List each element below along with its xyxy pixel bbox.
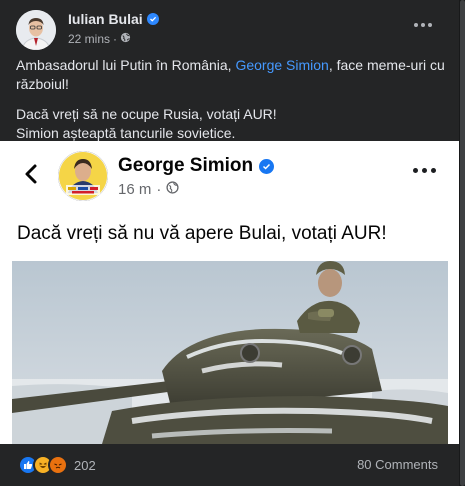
shared-post-text: Dacă vreți să nu vă apere Bulai, votați … [17, 223, 387, 244]
post-paragraph-1: Ambasadorul lui Putin în România, George… [16, 56, 446, 94]
author-avatar[interactable] [16, 10, 56, 50]
paragraph2-line2: Simion așteaptă tancurile sovietice. [16, 125, 236, 141]
shared-author-avatar [58, 151, 108, 201]
more-icon[interactable] [410, 16, 436, 34]
verified-badge-icon [146, 13, 159, 25]
post-timestamp[interactable]: 22 mins [68, 32, 110, 46]
scrollbar-thumb[interactable] [460, 0, 465, 486]
shared-author-name: George Simion [118, 155, 275, 177]
shared-post-screenshot[interactable]: George Simion 16 m · Dacă vreți să nu vă… [0, 141, 459, 444]
post-footer: 202 80 Comments [0, 444, 459, 486]
post-header: Iulian Bulai 22 mins · [16, 10, 446, 50]
meta-separator: · [113, 32, 118, 46]
globe-icon [120, 32, 131, 46]
feed-post: Iulian Bulai 22 mins · Ambasadorul lui P… [0, 0, 460, 486]
back-arrow-icon [22, 163, 40, 185]
shared-timestamp: 16 m [118, 181, 152, 198]
meta-separator: · [156, 181, 162, 198]
verified-badge-icon [259, 158, 275, 174]
post-paragraph-2: Dacă vreți să ne ocupe Rusia, votați AUR… [16, 105, 446, 143]
angry-reaction-icon [48, 455, 68, 475]
reaction-count[interactable]: 202 [74, 458, 96, 473]
post-text: Ambasadorul lui Putin în România, George… [16, 56, 446, 154]
shared-author-text: George Simion [118, 155, 254, 176]
post-meta: 22 mins · [68, 32, 131, 46]
author-name-text[interactable]: Iulian Bulai [68, 11, 143, 27]
author-name[interactable]: Iulian Bulai [68, 11, 159, 27]
paragraph1-prefix: Ambasadorul lui Putin în România, [16, 57, 236, 73]
mention-link[interactable]: George Simion [235, 57, 328, 73]
tank-photo [12, 261, 448, 444]
paragraph2-line1: Dacă vreți să ne ocupe Rusia, votați AUR… [16, 106, 277, 122]
reactions-summary[interactable]: 202 [18, 455, 96, 475]
more-icon [413, 168, 436, 173]
comments-link[interactable]: 80 Comments [357, 457, 438, 472]
shared-meta: 16 m · [118, 181, 179, 198]
globe-icon [166, 181, 179, 198]
scrollbar-track[interactable] [459, 0, 465, 486]
